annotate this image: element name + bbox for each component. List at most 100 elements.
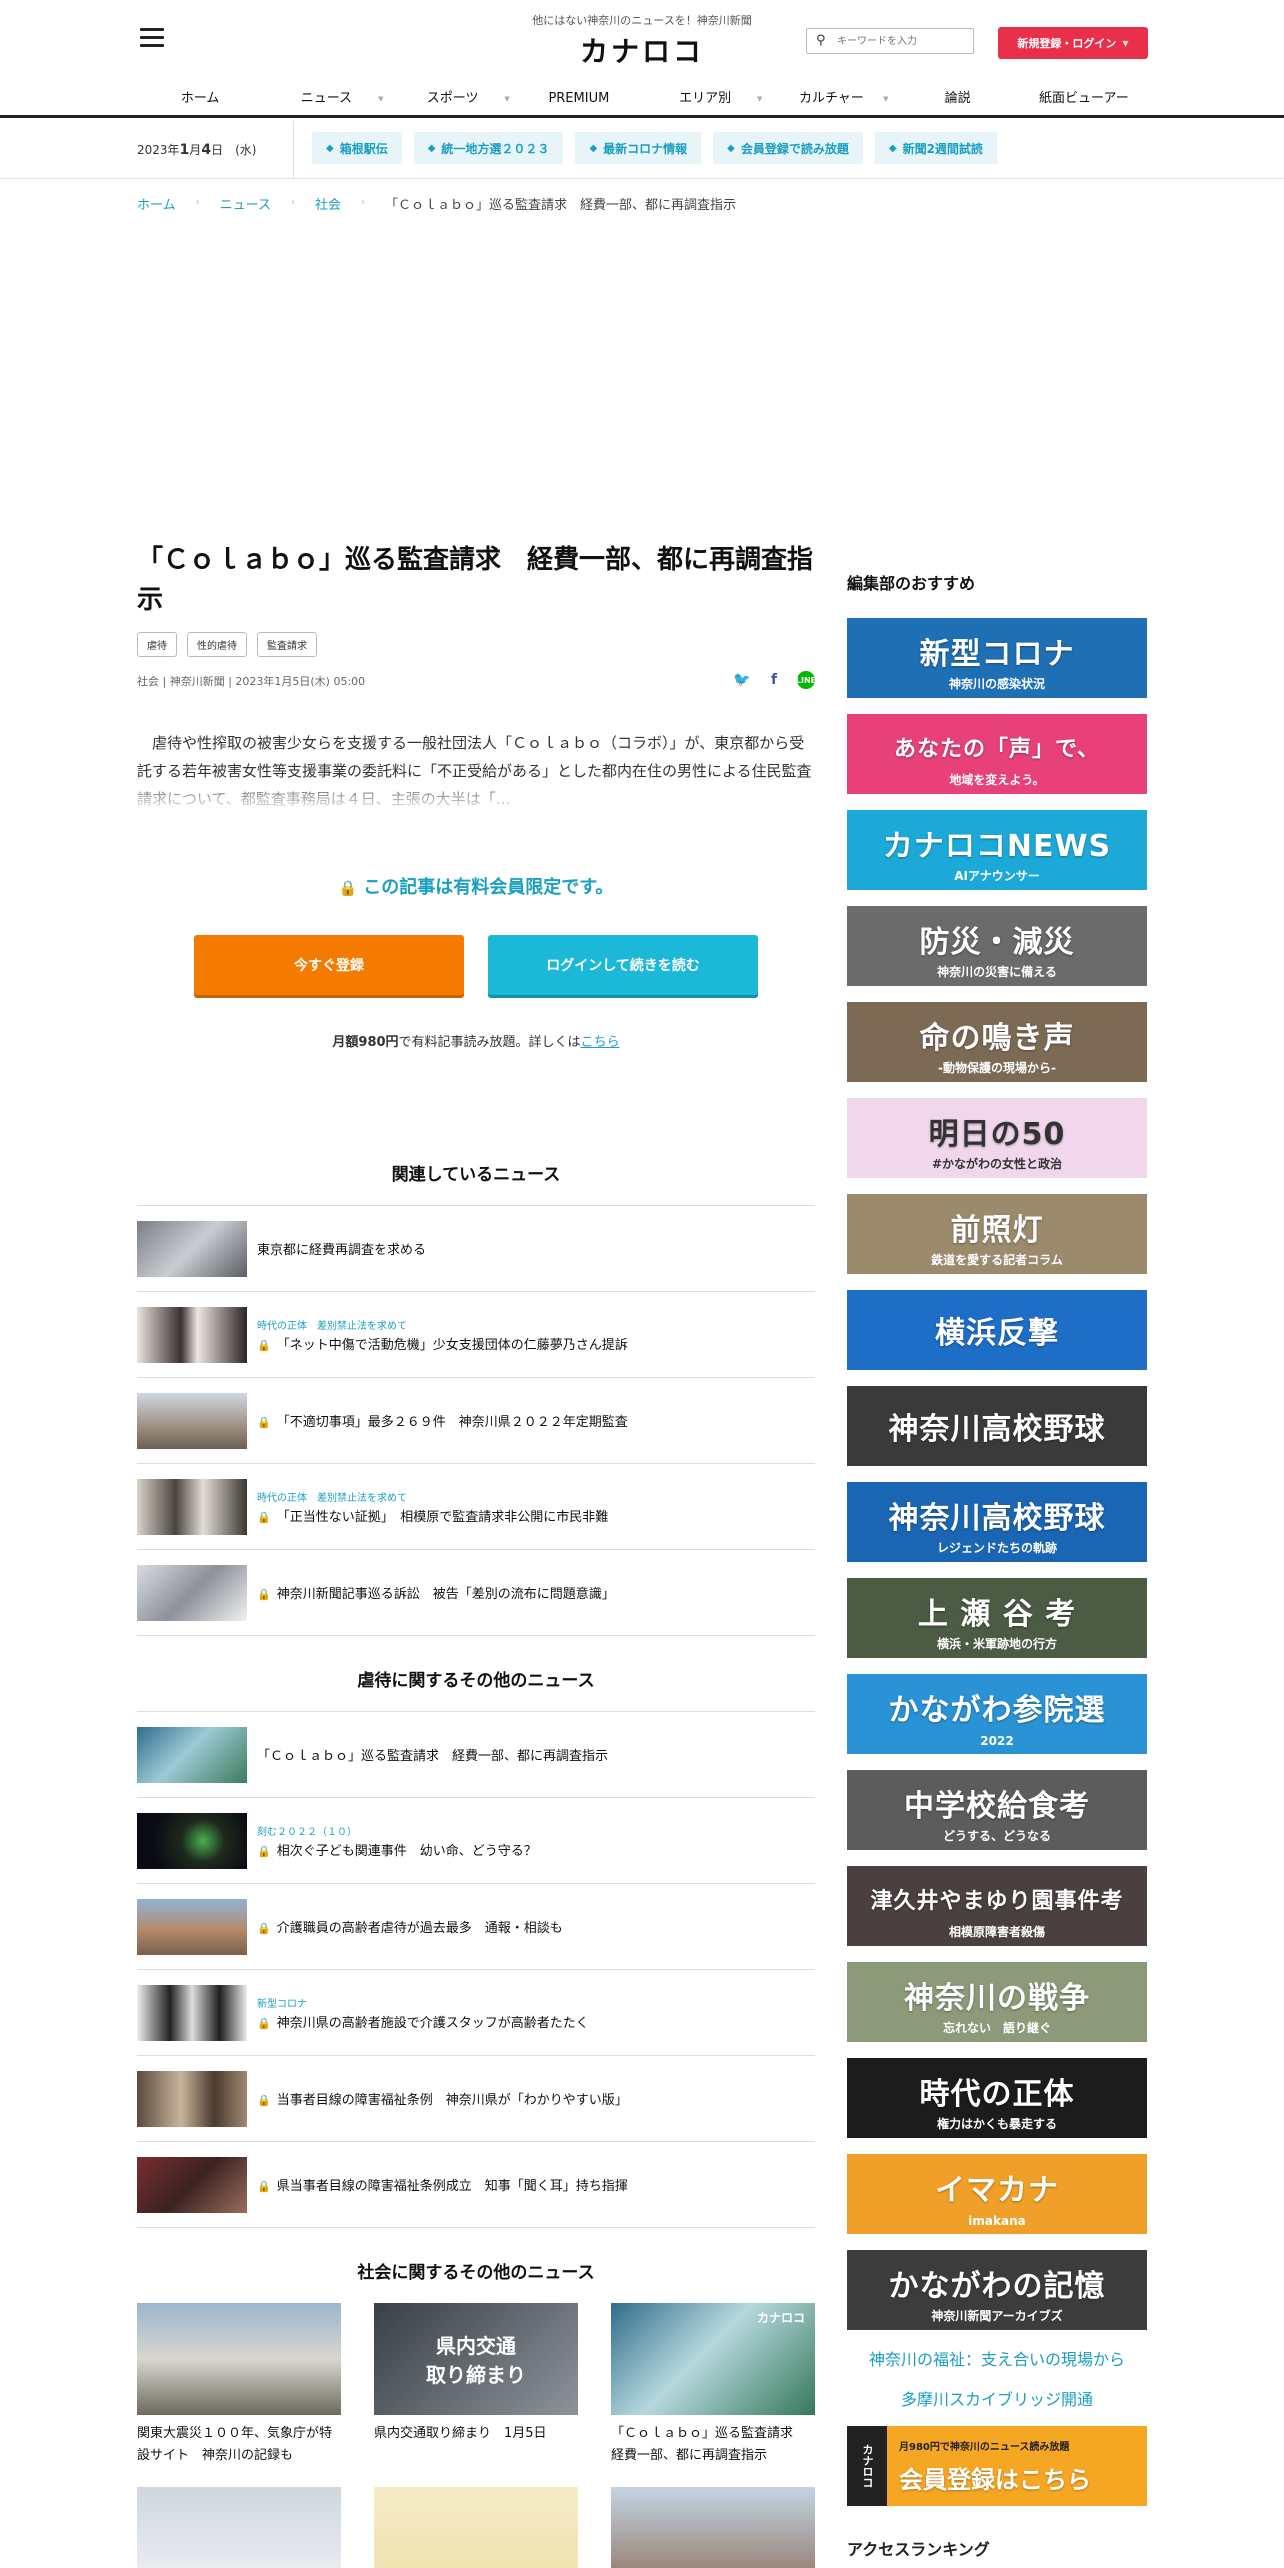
signup-login-button[interactable]: 新規登録・ログイン ▼	[998, 27, 1148, 59]
breadcrumb-home[interactable]: ホーム	[137, 194, 176, 213]
news-card[interactable]: 県内交通 取り締まり 県内交通取り締まり 1月5日	[374, 2303, 578, 2467]
recommend-banner[interactable]: 神奈川の戦争 忘れない 語り継ぐ	[847, 1962, 1147, 2042]
chevron-right-icon: ›	[195, 197, 200, 208]
recommend-banner[interactable]: カナロコNEWS AIアナウンサー	[847, 810, 1147, 890]
nav-editorial[interactable]: 論説	[895, 86, 1021, 112]
facebook-icon[interactable]: f	[765, 671, 783, 689]
breadcrumb-society[interactable]: 社会	[315, 194, 341, 213]
login-continue-button[interactable]: ログインして続きを読む	[488, 935, 758, 995]
recommend-banner[interactable]: 上 瀬 谷 考横浜・米軍跡地の行方	[847, 1578, 1147, 1658]
recommend-banner[interactable]: 時代の正体 権力はかくも暴走する	[847, 2058, 1147, 2138]
banner-subtitle: 神奈川の災害に備える	[937, 965, 1057, 979]
keyword-tag[interactable]: 監査請求	[257, 632, 317, 657]
recommend-banner[interactable]: 新型コロナ 神奈川の感染状況	[847, 618, 1147, 698]
news-thumbnail	[137, 1726, 247, 1783]
news-card[interactable]	[137, 2487, 341, 2568]
recommend-banner[interactable]: 明日の50 #かながわの女性と政治	[847, 1098, 1147, 1178]
news-card[interactable]: カナロコ 「Ｃｏｌａｂｏ」巡る監査請求 経費一部、都に再調査指示	[611, 2303, 815, 2467]
nav-viewer[interactable]: 紙面ビューアー	[1021, 86, 1147, 112]
banner-title: 命の鳴き声	[919, 1021, 1075, 1056]
banner-title: あなたの「声」で、	[893, 737, 1101, 762]
list-item[interactable]: 🔒 当事者目線の障害福祉条例 神奈川県が「わかりやすい版」	[137, 2056, 815, 2142]
search-input[interactable]	[837, 32, 967, 50]
list-item[interactable]: 時代の正体 差別禁止法を求めて 🔒 「正当性ない証拠」 相模原で監査請求非公開に市民…	[137, 1464, 815, 1550]
details-link[interactable]: こちら	[581, 1035, 620, 1050]
banner-title: 神奈川の戦争	[904, 1981, 1090, 2016]
news-thumbnail	[137, 2156, 247, 2213]
recommend-banner[interactable]: あなたの「声」で、 地域を変えよう。	[847, 714, 1147, 794]
topic-tag[interactable]: ◆ 新聞2週間試読	[874, 132, 997, 164]
lock-icon: 🔒	[257, 2094, 271, 2107]
recommend-banner[interactable]: 命の鳴き声 -動物保護の現場から-	[847, 1002, 1147, 1082]
news-card[interactable]	[374, 2487, 578, 2568]
lock-icon: 🔒	[257, 1510, 271, 1524]
recommend-banner[interactable]: かながわの記憶 神奈川新聞アーカイブズ	[847, 2250, 1147, 2330]
news-thumbnail	[137, 1306, 247, 1363]
member-signup-banner[interactable]: カナロコ 月980円で神奈川のニュース読み放題 会員登録はこちら	[847, 2426, 1147, 2506]
news-title: 「正当性ない証拠」 相模原で監査請求非公開に市民非難	[276, 1509, 609, 1525]
sidebar-link[interactable]: 多摩川スカイブリッジ開通	[847, 2386, 1147, 2410]
lock-icon: 🔒	[338, 879, 358, 897]
article-lead: 虐待や性搾取の被害少女らを支援する一般社団法人「Ｃｏｌａｂｏ（コラボ）」が、東京…	[137, 729, 815, 813]
banner-title: 神奈川高校野球	[888, 1501, 1106, 1536]
price-info: 月額980円で有料記事読み放題。詳しくはこちら	[332, 1035, 620, 1050]
list-item[interactable]: 🔒 県当事者目線の障害福祉条例成立 知事「聞く耳」持ち指揮	[137, 2142, 815, 2228]
news-title: 相次ぐ子ども関連事件 幼い命、どう守る？	[276, 1843, 537, 1859]
nav-culture[interactable]: カルチャー ▼	[768, 86, 894, 112]
nav-area[interactable]: エリア別 ▼	[642, 86, 768, 112]
news-card[interactable]	[611, 2487, 815, 2568]
keyword-tag[interactable]: 性的虐待	[187, 632, 247, 657]
recommend-banner[interactable]: かながわ参院選 2022	[847, 1674, 1147, 1754]
banner-title: かながわ参院選	[888, 1693, 1106, 1728]
search-box[interactable]: ⚲	[806, 28, 974, 54]
share-buttons: 🐦 f LINE	[733, 671, 816, 689]
news-title: 神奈川県の高齢者施設で介護スタッフが高齢者たたく	[276, 2015, 589, 2031]
twitter-icon[interactable]: 🐦	[733, 671, 751, 689]
list-item[interactable]: 「Ｃｏｌａｂｏ」巡る監査請求 経費一部、都に再調査指示	[137, 1712, 815, 1798]
list-item[interactable]: 🔒 「不適切事項」最多２６９件 神奈川県２０２２年定期監査	[137, 1378, 815, 1464]
search-icon[interactable]: ⚲	[816, 33, 826, 48]
topic-tag[interactable]: ◆ 統一地方選２０２３	[413, 132, 564, 164]
recommend-banner[interactable]: 津久井やまゆり園事件考 相模原障害者殺傷	[847, 1866, 1147, 1946]
recommend-banner[interactable]: 防災・減災神奈川の災害に備える	[847, 906, 1147, 986]
topic-tag[interactable]: ◆ 会員登録で読み放題	[713, 132, 863, 164]
list-item[interactable]: 東京都に経費再調査を求める	[137, 1206, 815, 1292]
recommend-banner[interactable]: 神奈川高校野球 レジェンドたちの軌跡	[847, 1482, 1147, 1562]
nav-sports[interactable]: スポーツ ▼	[390, 86, 516, 112]
list-item[interactable]: 🔒 神奈川新聞記事巡る訴訟 被告「差別の流布に問題意識」	[137, 1550, 815, 1636]
list-item[interactable]: 🔒 介護職員の高齢者虐待が過去最多 通報・相談も	[137, 1884, 815, 1970]
line-icon[interactable]: LINE	[796, 671, 816, 689]
article-column: 「Ｃｏｌａｂｏ」巡る監査請求 経費一部、都に再調査指示 虐待 性的虐待 監査請求…	[137, 540, 816, 2568]
news-thumbnail: カナロコ	[611, 2303, 815, 2415]
news-card[interactable]: 関東大震災１００年、気象庁が特設サイト 神奈川の記録も	[137, 2303, 341, 2467]
topic-tag[interactable]: ◆ 箱根駅伝	[312, 132, 402, 164]
banner-title: 時代の正体	[919, 2077, 1075, 2112]
list-item[interactable]: 新型コロナ 🔒 神奈川県の高齢者施設で介護スタッフが高齢者たたく	[137, 1970, 815, 2056]
list-item[interactable]: 時代の正体 差別禁止法を求めて 🔒 「ネット中傷で活動危機」少女支援団体の仁藤夢乃さ…	[137, 1292, 815, 1378]
recommend-banner[interactable]: イマカナ imakana	[847, 2154, 1147, 2234]
news-title: 当事者目線の障害福祉条例 神奈川県が「わかりやすい版」	[276, 2093, 628, 2108]
keyword-tag[interactable]: 虐待	[137, 632, 177, 657]
banner-title: 前照灯	[950, 1213, 1044, 1248]
nav-premium[interactable]: PREMIUM	[516, 86, 642, 112]
society-news-title: 社会に関するその他のニュース	[357, 2263, 595, 2283]
nav-news[interactable]: ニュース ▼	[263, 86, 389, 112]
main-nav: ホーム ニュース ▼ スポーツ ▼ PREMIUM エリア別 ▼ カルチャー ▼ 論説 …	[137, 86, 1147, 112]
news-thumbnail	[137, 2070, 247, 2127]
related-news-title: 関連しているニュース	[391, 1165, 561, 1185]
site-tagline: 他にはない神奈川のニュースを！神奈川新聞	[532, 14, 752, 27]
banner-title: 防災・減災	[919, 925, 1075, 960]
list-item[interactable]: 刻む２０２２（１０） 🔒 相次ぐ子ども関連事件 幼い命、どう守る？	[137, 1798, 815, 1884]
topic-tag[interactable]: ◆ 最新コロナ情報	[575, 132, 702, 164]
breadcrumb-news[interactable]: ニュース	[220, 194, 271, 213]
recommend-banner[interactable]: 横浜反撃	[847, 1290, 1147, 1370]
recommend-banner[interactable]: 前照灯 鉄道を愛する記者コラム	[847, 1194, 1147, 1274]
article-title: 「Ｃｏｌａｂｏ」巡る監査請求 経費一部、都に再調査指示	[137, 545, 814, 615]
news-thumbnail	[137, 1984, 247, 2041]
recommend-banner[interactable]: 神奈川高校野球	[847, 1386, 1147, 1466]
sidebar-link[interactable]: 神奈川の福祉：支え合いの現場から	[847, 2346, 1147, 2370]
register-button[interactable]: 今すぐ登録	[194, 935, 464, 995]
recommend-banner[interactable]: 中学校給食考 どうする、どうなる	[847, 1770, 1147, 1850]
news-thumbnail	[137, 1812, 247, 1869]
nav-home[interactable]: ホーム	[137, 86, 263, 112]
